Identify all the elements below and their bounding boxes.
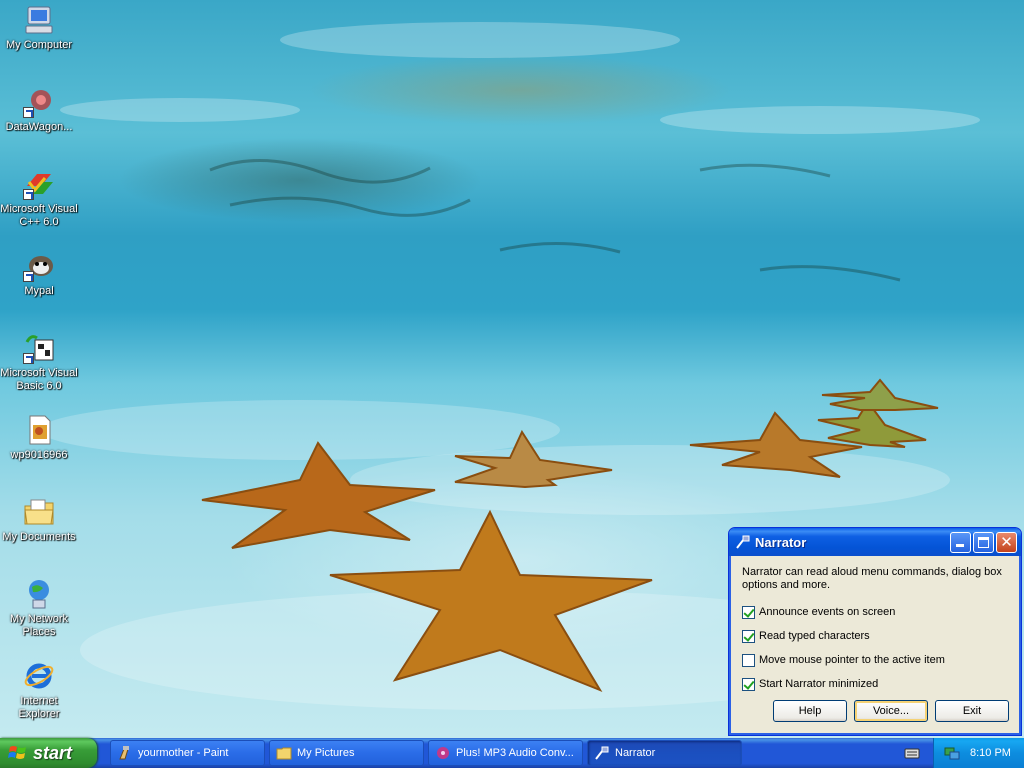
minimize-icon — [956, 543, 964, 547]
start-minimized-checkbox[interactable] — [742, 677, 755, 691]
mypal-icon — [23, 250, 55, 282]
option-label: Announce events on screen — [759, 606, 896, 618]
desktop-icon-visual-cpp[interactable]: Microsoft Visual C++ 6.0 — [0, 168, 78, 229]
desktop-icon-my-network-places[interactable]: My Network Places — [0, 578, 78, 639]
taskbar: start yourmother - Paint My Pictures Plu… — [0, 738, 1024, 768]
option-move-mouse-pointer[interactable]: Move mouse pointer to the active item — [742, 648, 1009, 672]
exit-button[interactable]: Exit — [935, 700, 1009, 722]
read-typed-characters-checkbox[interactable] — [742, 629, 755, 643]
desktop-icon-label: Microsoft Visual C++ 6.0 — [0, 203, 78, 228]
narrator-icon — [736, 535, 750, 549]
windows-flag-icon — [8, 746, 26, 759]
desktop-icon-internet-explorer[interactable]: Internet Explorer — [0, 660, 78, 721]
window-title: Narrator — [755, 534, 807, 550]
desktop-icon-label: My Computer — [5, 39, 73, 51]
clock[interactable]: 8:10 PM — [970, 747, 1011, 759]
image-file-icon — [23, 414, 55, 446]
narrator-description: Narrator can read aloud menu commands, d… — [742, 566, 1002, 591]
keyboard-icon[interactable] — [904, 745, 920, 761]
task-label: yourmother - Paint — [138, 747, 229, 759]
close-icon: ✕ — [1000, 533, 1013, 551]
datawagon-icon — [23, 86, 55, 118]
option-start-minimized[interactable]: Start Narrator minimized — [742, 672, 1009, 696]
paint-icon — [119, 746, 129, 760]
task-narrator[interactable]: Narrator — [587, 740, 742, 766]
shortcut-arrow-icon — [23, 353, 34, 364]
my-computer-icon — [23, 4, 55, 36]
maximize-icon — [978, 536, 989, 548]
desktop-icon-label: My Network Places — [9, 613, 69, 638]
narrator-window[interactable]: Narrator ✕ Narrator can read aloud menu … — [728, 527, 1022, 736]
start-label: start — [33, 742, 73, 763]
minimize-button[interactable] — [950, 531, 971, 553]
option-label: Move mouse pointer to the active item — [759, 654, 945, 666]
desktop-icon-datawagon[interactable]: DataWagon... — [0, 86, 78, 134]
network-places-icon — [23, 578, 55, 610]
desktop-icon-label: Mypal — [24, 285, 54, 297]
shortcut-arrow-icon — [23, 189, 34, 200]
task-label: Narrator — [615, 747, 656, 759]
system-tray: 8:10 PM — [933, 738, 1024, 768]
option-label: Start Narrator minimized — [759, 678, 879, 690]
voice-button[interactable]: Voice... — [854, 700, 928, 722]
audio-converter-icon — [437, 747, 449, 759]
task-paint[interactable]: yourmother - Paint — [110, 740, 265, 766]
my-documents-icon — [23, 496, 55, 528]
close-button[interactable]: ✕ — [996, 531, 1017, 553]
task-label: Plus! MP3 Audio Conv... — [456, 747, 574, 759]
desktop-icon-visual-basic[interactable]: Microsoft Visual Basic 6.0 — [0, 332, 78, 393]
announce-events-checkbox[interactable] — [742, 605, 755, 619]
internet-explorer-icon — [23, 660, 55, 692]
shortcut-arrow-icon — [23, 271, 34, 282]
narrator-icon — [595, 746, 609, 760]
task-label: My Pictures — [297, 747, 355, 759]
folder-icon — [276, 747, 292, 760]
task-my-pictures[interactable]: My Pictures — [269, 740, 424, 766]
visual-basic-icon — [23, 332, 55, 364]
desktop-icon-label: DataWagon... — [5, 121, 73, 133]
desktop-icon-my-documents[interactable]: My Documents — [0, 496, 78, 544]
start-button[interactable]: start — [0, 738, 97, 768]
help-button[interactable]: Help — [773, 700, 847, 722]
shortcut-arrow-icon — [23, 107, 34, 118]
option-label: Read typed characters — [759, 630, 870, 642]
desktop-icon-wp9016966[interactable]: wp9016966 — [0, 414, 78, 462]
desktop-icon-label: Microsoft Visual Basic 6.0 — [0, 367, 78, 392]
network-connection-icon[interactable] — [944, 745, 960, 761]
desktop-icon-label: wp9016966 — [10, 449, 68, 461]
desktop-icon-my-computer[interactable]: My Computer — [0, 4, 78, 52]
visual-cpp-icon — [23, 168, 55, 200]
desktop-icon-label: Internet Explorer — [18, 695, 60, 720]
narrator-titlebar[interactable]: Narrator ✕ — [729, 528, 1021, 556]
task-plus-mp3-converter[interactable]: Plus! MP3 Audio Conv... — [428, 740, 583, 766]
option-read-typed-characters[interactable]: Read typed characters — [742, 624, 1009, 648]
move-mouse-pointer-checkbox[interactable] — [742, 653, 755, 667]
desktop-icon-mypal[interactable]: Mypal — [0, 250, 78, 298]
maximize-button[interactable] — [973, 531, 994, 553]
desktop-icon-label: My Documents — [2, 531, 76, 543]
option-announce-events[interactable]: Announce events on screen — [742, 600, 1009, 624]
